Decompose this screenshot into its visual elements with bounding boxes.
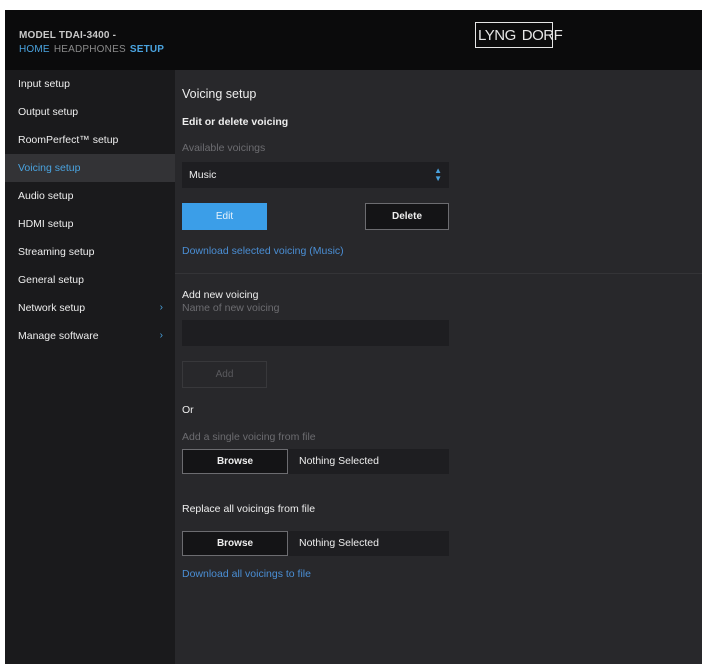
edit-button[interactable]: Edit [182,203,267,230]
download-all-voicings-link[interactable]: Download all voicings to file [182,568,311,580]
browse-button[interactable]: Browse [182,531,288,556]
new-voicing-name-label: Name of new voicing [182,302,280,314]
sidebar-item-label: Manage software [18,330,99,342]
select-arrows-icon: ▲ ▼ [434,166,442,183]
nav-setup-link[interactable]: SETUP [130,44,164,55]
sidebar-item-audio-setup[interactable]: Audio setup [5,182,175,210]
page-title: Voicing setup [182,87,257,101]
sidebar-item-network-setup[interactable]: Network setup › [5,294,175,322]
sidebar-item-general-setup[interactable]: General setup [5,266,175,294]
app-window: MODEL TDAI-3400 - HOME HEADPHONES SETUP LY… [5,10,702,664]
sidebar-item-output-setup[interactable]: Output setup [5,98,175,126]
nav-home-link[interactable]: HOME [19,44,50,55]
replace-voicings-file-picker: Browse Nothing Selected [182,531,449,556]
voicing-select[interactable]: Music ▲ ▼ [182,162,449,188]
new-voicing-name-input[interactable] [182,320,449,346]
sidebar-item-label: HDMI setup [18,218,74,230]
replace-all-voicings-label: Replace all voicings from file [182,503,316,515]
main-content: Voicing setup Edit or delete voicing Ava… [175,70,702,664]
add-button[interactable]: Add [182,361,267,388]
sidebar-item-label: Audio setup [18,190,74,202]
edit-section-heading: Edit or delete voicing [182,116,289,128]
section-divider [175,273,702,274]
sidebar-item-roomperfect-setup[interactable]: RoomPerfect™ setup [5,126,175,154]
chevron-right-icon: › [159,302,163,313]
sidebar-item-manage-software[interactable]: Manage software › [5,322,175,350]
sidebar-item-label: Network setup [18,302,86,314]
delete-button[interactable]: Delete [365,203,449,230]
header: MODEL TDAI-3400 - HOME HEADPHONES SETUP LY… [5,10,702,70]
sidebar-item-input-setup[interactable]: Input setup [5,70,175,98]
sidebar-item-label: Streaming setup [18,246,95,258]
nav-headphones-link[interactable]: HEADPHONES [54,44,126,55]
sidebar-item-streaming-setup[interactable]: Streaming setup [5,238,175,266]
sidebar-item-label: Input setup [18,78,70,90]
file-status: Nothing Selected [299,537,379,549]
or-label: Or [182,404,194,416]
model-name: MODEL TDAI-3400 - [19,30,117,41]
voicing-select-value: Music [189,169,217,181]
chevron-right-icon: › [159,330,163,341]
logo-text-right: DORF [521,26,563,44]
single-voicing-file-picker: Browse Nothing Selected [182,449,449,474]
logo-text-left: LYNG [478,26,516,44]
sidebar-item-label: Output setup [18,106,79,118]
sidebar-item-label: Voicing setup [18,162,81,174]
sidebar-item-label: General setup [18,274,84,286]
file-status: Nothing Selected [299,455,379,467]
top-nav: HOME HEADPHONES SETUP [19,44,168,55]
sidebar-item-label: RoomPerfect™ setup [18,134,119,146]
sidebar: Input setup Output setup RoomPerfect™ se… [5,70,175,664]
brand-logo: LYNG DORF [475,22,563,48]
sidebar-item-voicing-setup[interactable]: Voicing setup [5,154,175,182]
add-section-heading: Add new voicing [182,289,259,301]
sidebar-item-hdmi-setup[interactable]: HDMI setup [5,210,175,238]
available-voicings-label: Available voicings [182,142,266,154]
download-selected-voicing-link[interactable]: Download selected voicing (Music) [182,245,344,257]
browse-button[interactable]: Browse [182,449,288,474]
single-voicing-file-label: Add a single voicing from file [182,431,316,443]
